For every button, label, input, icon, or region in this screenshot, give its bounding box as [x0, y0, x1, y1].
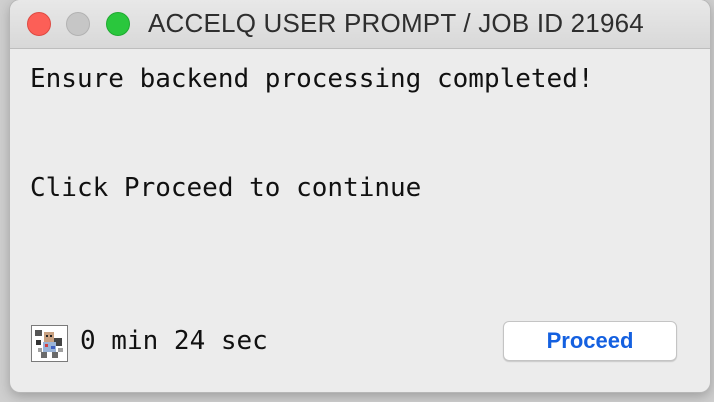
window-title: ACCELQ USER PROMPT / JOB ID 21964: [148, 8, 644, 38]
maximize-window-button[interactable]: [106, 12, 130, 36]
proceed-button[interactable]: Proceed: [503, 321, 677, 361]
message-line-click-proceed: Click Proceed to continue: [30, 173, 422, 203]
robot-timer-icon-graphic: [32, 326, 67, 361]
close-window-button[interactable]: [27, 12, 51, 36]
prompt-window: ACCELQ USER PROMPT / JOB ID 21964 Ensure…: [10, 0, 710, 392]
robot-timer-icon: [31, 325, 68, 362]
minimize-window-button[interactable]: [66, 12, 90, 36]
title-bar[interactable]: ACCELQ USER PROMPT / JOB ID 21964: [10, 0, 710, 49]
message-line-ensure-backend: Ensure backend processing completed!: [30, 64, 594, 94]
elapsed-timer: 0 min 24 sec: [80, 326, 268, 356]
